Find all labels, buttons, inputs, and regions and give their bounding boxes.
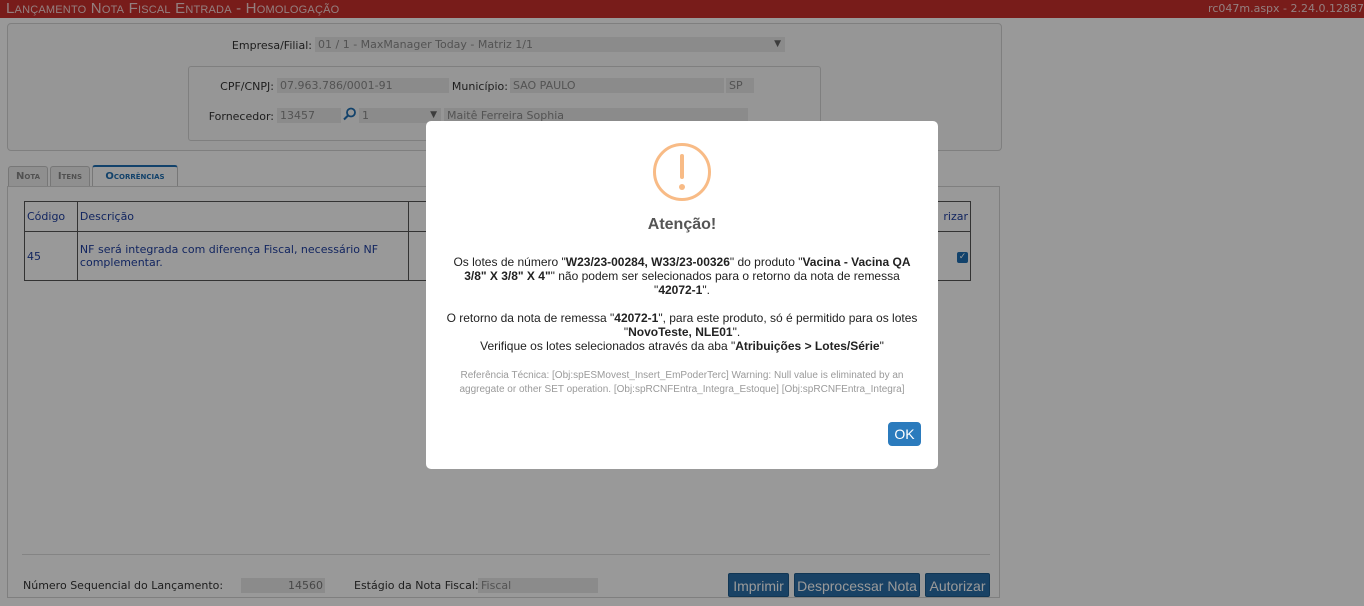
- dialog-title: Atenção!: [647, 216, 717, 233]
- alert-dialog: Atenção! Os lotes de número "W23/23-0028…: [426, 121, 938, 469]
- dialog-message-lotes: Os lotes de número "W23/23-00284, W33/23…: [453, 255, 911, 297]
- ok-button[interactable]: OK: [888, 422, 921, 446]
- dialog-message-retorno: O retorno da nota de remessa "42072-1", …: [446, 311, 918, 353]
- technical-reference: Referência Técnica: [Obj:spESMovest_Inse…: [459, 370, 905, 395]
- warning-icon: [653, 143, 711, 201]
